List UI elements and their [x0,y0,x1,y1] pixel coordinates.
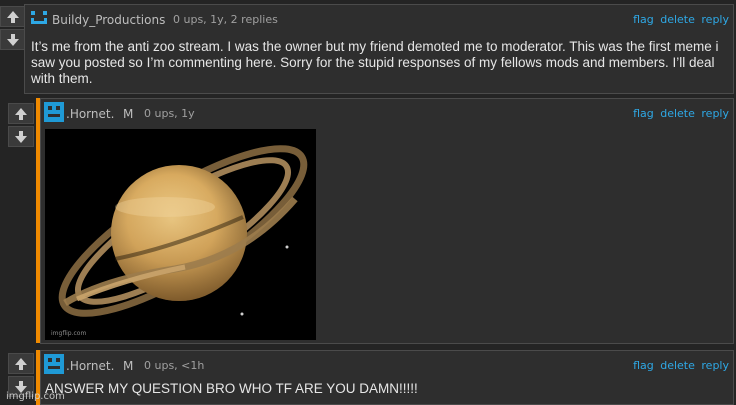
flag-link[interactable]: flag [633,13,654,26]
downvote-button[interactable] [0,29,26,50]
avatar-icon[interactable] [29,9,49,27]
avatar-icon[interactable] [44,102,64,122]
avatar-icon[interactable] [44,354,64,374]
vote-column [0,6,26,52]
comment-card: .Hornet. M 0 ups, 1y flag delete reply i… [40,98,734,344]
comment-meta: 0 ups, 1y [144,107,195,120]
reply-link[interactable]: reply [701,359,729,372]
comment-card: .Hornet. M 0 ups, <1h flag delete reply … [40,350,734,405]
up-arrow-icon [15,107,27,120]
username-link[interactable]: Buildy_Productions [52,13,165,27]
reply-link[interactable]: reply [701,13,729,26]
flag-link[interactable]: flag [633,359,654,372]
moderator-badge: M [123,359,134,373]
delete-link[interactable]: delete [660,13,695,26]
delete-link[interactable]: delete [660,359,695,372]
comment-header: .Hornet. M 0 ups, 1y flag delete reply [41,99,733,122]
vote-column [8,103,34,149]
reply-link[interactable]: reply [701,107,729,120]
down-arrow-icon [15,130,27,143]
comment-actions: flag delete reply [630,359,729,372]
comment-text: It’s me from the anti zoo stream. I was … [31,39,719,86]
comment-hornet-reply: .Hornet. M 0 ups, <1h flag delete reply … [0,347,736,405]
up-arrow-icon [15,357,27,370]
upvote-button[interactable] [8,353,34,374]
moderator-badge: M [123,107,134,121]
comment-image[interactable]: imgflip.com [45,129,316,340]
comment-actions: flag delete reply [630,13,729,26]
comment-meta: 0 ups, 1y, 2 replies [173,13,278,26]
comment-hornet-image: .Hornet. M 0 ups, 1y flag delete reply i… [0,96,736,346]
username-link[interactable]: .Hornet. [66,107,114,121]
flag-link[interactable]: flag [633,107,654,120]
comment-buildy: Buildy_Productions 0 ups, 1y, 2 replies … [0,0,736,96]
upvote-button[interactable] [0,6,26,27]
comment-meta: 0 ups, <1h [144,359,205,372]
comment-card: Buildy_Productions 0 ups, 1y, 2 replies … [24,4,734,94]
upvote-button[interactable] [8,103,34,124]
image-caption: imgflip.com [51,330,86,337]
down-arrow-icon [7,33,19,46]
saturn-planet-image: imgflip.com [51,145,308,337]
downvote-button[interactable] [8,126,34,147]
up-arrow-icon [7,10,19,23]
imgflip-watermark: imgflip.com [6,391,65,402]
comment-actions: flag delete reply [630,107,729,120]
delete-link[interactable]: delete [660,107,695,120]
username-link[interactable]: .Hornet. [66,359,114,373]
comment-header: .Hornet. M 0 ups, <1h flag delete reply [41,351,733,374]
comment-text: ANSWER MY QUESTION BRO WHO TF ARE YOU DA… [45,381,418,396]
comment-header: Buildy_Productions 0 ups, 1y, 2 replies … [25,5,733,27]
